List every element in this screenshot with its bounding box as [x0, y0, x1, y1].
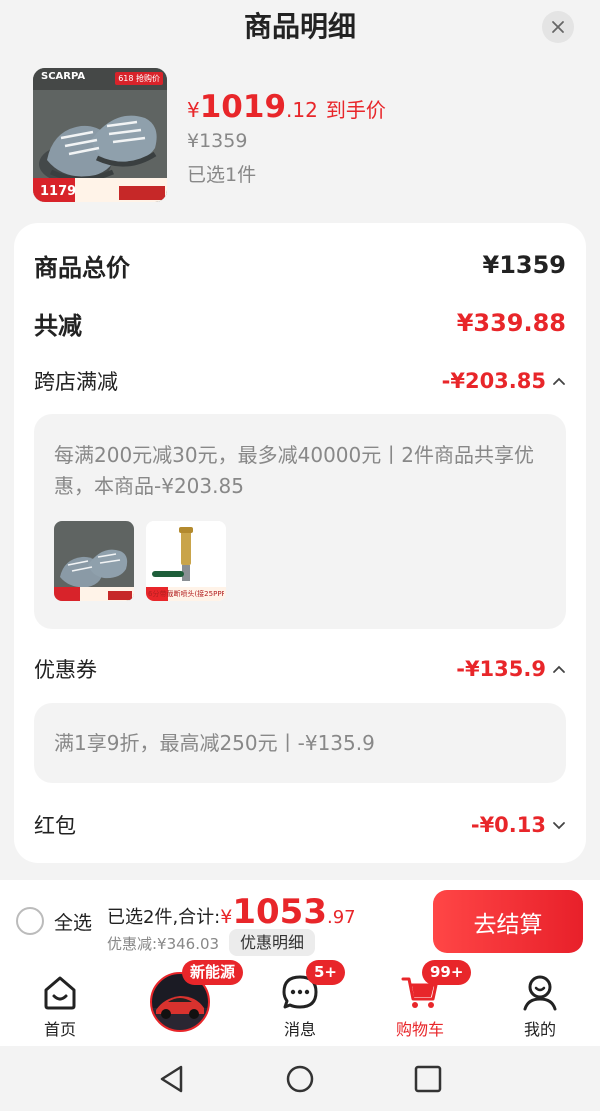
total-reduce-row: 共减 ¥339.88 [34, 303, 566, 343]
profile-icon [523, 975, 557, 1011]
coupon-value: -¥135.9 [456, 657, 546, 681]
red-packet-row[interactable]: 红包 -¥0.13 [34, 807, 566, 843]
tab-messages[interactable]: 5+ 消息 [240, 960, 360, 1046]
image-brand-label: SCARPA [41, 71, 86, 82]
nozzle-caption: 6分带截断喷头(接25PPR管) [148, 590, 224, 598]
total-reduce-label: 共减 [34, 311, 82, 340]
home-icon [44, 976, 76, 1010]
tab-messages-label: 消息 [283, 1020, 316, 1039]
cross-store-value: -¥203.85 [441, 369, 546, 393]
checkout-button[interactable]: 去结算 [433, 890, 583, 953]
messages-badge: 5+ [306, 960, 346, 985]
price-integer: 1019 [199, 89, 287, 125]
close-icon [552, 21, 564, 33]
product-image[interactable]: SCARPA 618 抢购价 1179 [33, 68, 167, 202]
image-promo-label: 618 抢购价 [115, 72, 163, 85]
cross-store-detail: 每满200元减30元，最多减40000元丨2件商品共享优惠，本商品-¥203.8… [34, 414, 566, 629]
chevron-up-icon [553, 377, 565, 385]
system-nav-bar [0, 1046, 600, 1111]
total-price-label: 商品总价 [34, 253, 130, 282]
cross-store-row[interactable]: 跨店满减 -¥203.85 [34, 363, 566, 399]
checkout-bar: 全选 已选2件,合计:¥1053.97 优惠减:¥346.03 优惠明细 去结算 [0, 880, 600, 964]
discount-detail-button[interactable]: 优惠明细 [229, 929, 316, 956]
coupon-row[interactable]: 优惠券 -¥135.9 [34, 651, 566, 687]
cross-store-detail-text: 每满200元减30元，最多减40000元丨2件商品共享优惠，本商品-¥203.8… [54, 443, 534, 498]
total-reduce-value: ¥339.88 [456, 309, 566, 337]
chevron-up-icon [553, 665, 565, 673]
back-icon[interactable] [157, 1064, 187, 1094]
cross-store-label: 跨店满减 [34, 370, 118, 394]
tab-cart-label: 购物车 [395, 1020, 444, 1039]
original-price: ¥1359 [187, 130, 248, 152]
home-circle-icon[interactable] [285, 1064, 315, 1094]
tab-cart[interactable]: 99+ 购物车 [360, 960, 480, 1046]
page-title: 商品明细 [243, 10, 356, 43]
cart-badge: 99+ [422, 960, 472, 985]
coupon-detail: 满1享9折，最高减250元丨-¥135.9 [34, 703, 566, 783]
tab-profile[interactable]: 我的 [480, 964, 600, 1046]
red-packet-label: 红包 [34, 814, 76, 838]
tab-new-energy[interactable]: 新能源 [120, 960, 244, 1046]
total-price-value: ¥1359 [482, 251, 567, 279]
total-price-row: 商品总价 ¥1359 [34, 245, 566, 285]
image-price-label: 1179 [40, 184, 77, 199]
currency-symbol: ¥ [187, 98, 200, 122]
cross-store-item-nozzle[interactable]: 6分带截断喷头(接25PPR管) [146, 521, 226, 601]
recents-icon[interactable] [413, 1064, 443, 1094]
tab-home[interactable]: 首页 [0, 964, 120, 1046]
shoe-thumbnail [54, 521, 134, 601]
sum-currency: ¥ [220, 906, 233, 928]
selected-count: 已选1件 [187, 164, 257, 186]
red-packet-value: -¥0.13 [470, 813, 546, 837]
sum-decimal: .97 [326, 907, 356, 928]
tab-home-label: 首页 [43, 1020, 76, 1039]
cross-store-item-shoe[interactable] [54, 521, 134, 601]
tab-profile-label: 我的 [523, 1020, 556, 1039]
tab-bar: 首页 新能源 5+ 消息 99+ 购物车 我的 [0, 960, 600, 1046]
sum-label: 已选2件,合计: [107, 907, 221, 928]
final-price: ¥1019.12 到手价 [187, 89, 386, 125]
coupon-label: 优惠券 [34, 658, 97, 682]
price-decimal: .12 [286, 98, 318, 122]
sheet-header: 商品明细 [0, 0, 600, 55]
discount-total: 优惠减:¥346.03 [107, 935, 220, 953]
price-detail-card: 商品总价 ¥1359 共减 ¥339.88 跨店满减 -¥203.85 每满20… [14, 223, 586, 863]
close-button[interactable] [542, 11, 574, 43]
select-all-checkbox[interactable] [16, 907, 44, 935]
coupon-detail-text: 满1享9折，最高减250元丨-¥135.9 [54, 731, 375, 755]
price-tag: 到手价 [325, 98, 386, 122]
select-all-label[interactable]: 全选 [54, 908, 92, 935]
sum-total: 已选2件,合计:¥1053.97 [107, 892, 356, 932]
new-energy-badge: 新能源 [182, 960, 244, 985]
sum-integer: 1053 [232, 892, 327, 932]
chevron-down-icon [553, 822, 565, 830]
shoe-image [33, 68, 167, 202]
